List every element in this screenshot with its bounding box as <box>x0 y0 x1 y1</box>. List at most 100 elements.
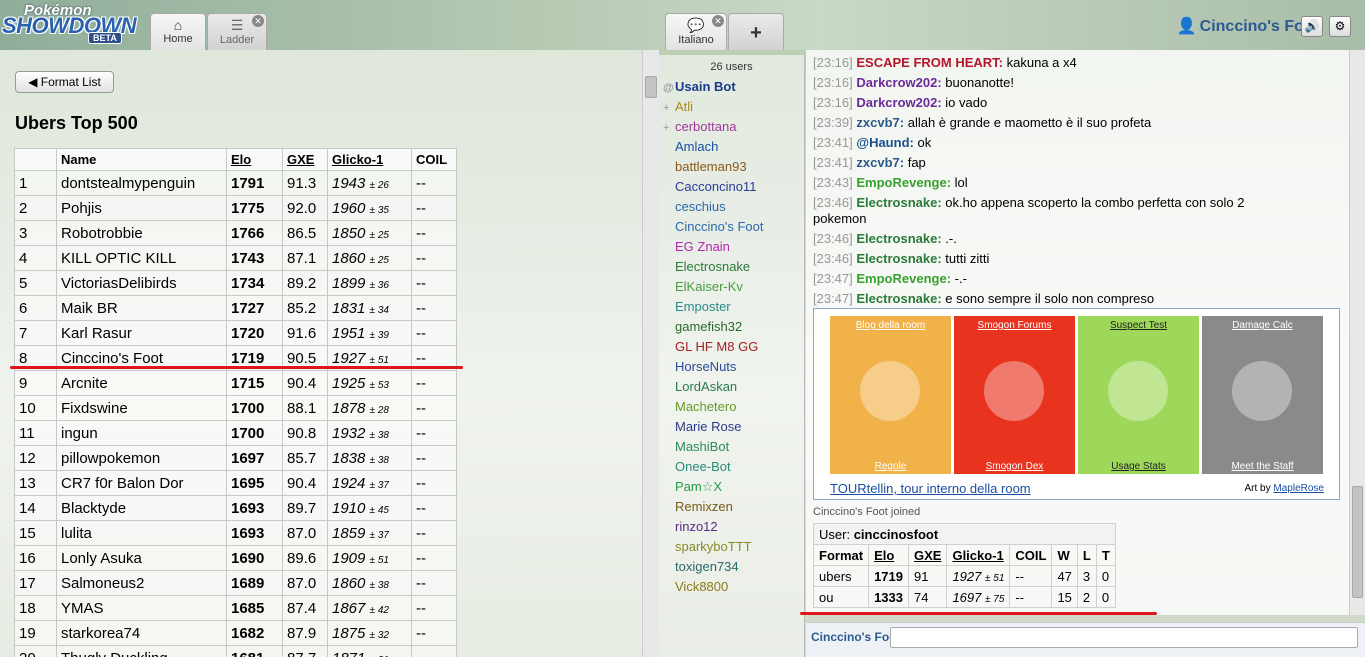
col-elo[interactable]: Elo <box>226 148 283 171</box>
user-list-item[interactable]: Cacconcino11 <box>659 179 804 199</box>
user-list-item[interactable]: Onee-Bot <box>659 459 804 479</box>
card-bottom-link[interactable]: Usage Stats <box>1078 461 1199 472</box>
user-list-item[interactable]: GL HF M8 GG <box>659 339 804 359</box>
chat-author[interactable]: EmpoRevenge: <box>856 271 951 286</box>
user-list-item[interactable]: ElKaiser-Kv <box>659 279 804 299</box>
sound-button[interactable]: 🔊 <box>1301 16 1323 37</box>
options-button[interactable]: ⚙ <box>1329 16 1351 37</box>
close-tab-icon[interactable]: ✕ <box>252 15 264 27</box>
join-room-button[interactable]: + <box>728 13 784 50</box>
row-name[interactable]: Arcnite <box>56 370 227 396</box>
tab-home[interactable]: ⌂ Home <box>150 13 206 50</box>
user-list-item[interactable]: gamefish32 <box>659 319 804 339</box>
row-name[interactable]: Fixdswine <box>56 395 227 421</box>
rank-col[interactable]: Elo <box>868 544 909 566</box>
chat-author[interactable]: Darkcrow202: <box>856 95 941 110</box>
card-bottom-link[interactable]: Smogon Dex <box>954 461 1075 472</box>
chat-author[interactable]: Electrosnake: <box>856 231 941 246</box>
showdown-logo[interactable]: Pokémon SHOWDOWN BETA <box>2 2 146 44</box>
chat-author[interactable]: Darkcrow202: <box>856 75 941 90</box>
ladder-scrollbar[interactable] <box>642 50 659 657</box>
table-row: 7 Karl Rasur 1720 91.6 1951 ± 39 -- <box>14 320 457 346</box>
user-list-item[interactable]: LordAskan <box>659 379 804 399</box>
infobox-card: Smogon Forums Smogon Dex <box>954 316 1075 474</box>
art-author-link[interactable]: MapleRose <box>1273 483 1324 494</box>
user-list-item[interactable]: Machetero <box>659 399 804 419</box>
timestamp: [23:46] <box>813 195 853 210</box>
rank-col[interactable]: GXE <box>907 544 948 566</box>
row-name[interactable]: pillowpokemon <box>56 445 227 471</box>
row-name[interactable]: Blacktyde <box>56 495 227 521</box>
col-glicko[interactable]: Glicko-1 <box>327 148 412 171</box>
tour-link[interactable]: TOURtellin, tour interno della room <box>830 481 1031 496</box>
user-list-item[interactable]: Electrosnake <box>659 259 804 279</box>
chat-scrollbar[interactable] <box>1349 50 1365 615</box>
user-list-item[interactable]: rinzo12 <box>659 519 804 539</box>
card-bottom-link[interactable]: Meet the Staff <box>1202 461 1323 472</box>
user-list-item[interactable]: Cinccino's Foot <box>659 219 804 239</box>
user-list-item[interactable]: ceschius <box>659 199 804 219</box>
row-name[interactable]: starkorea74 <box>56 620 227 646</box>
chat-author[interactable]: Electrosnake: <box>856 195 941 210</box>
row-name[interactable]: Salmoneus2 <box>56 570 227 596</box>
user-list-item[interactable]: Amlach <box>659 139 804 159</box>
user-list-item[interactable]: HorseNuts <box>659 359 804 379</box>
user-menu[interactable]: 👤 Cinccino's Foot <box>1177 16 1319 36</box>
row-name[interactable]: VictoriasDelibirds <box>56 270 227 296</box>
ladder-scroll-thumb[interactable] <box>645 76 657 98</box>
chat-input[interactable] <box>890 627 1358 648</box>
rank-col: COIL <box>1009 544 1053 566</box>
row-name[interactable]: Pohjis <box>56 195 227 221</box>
row-name[interactable]: KILL OPTIC KILL <box>56 245 227 271</box>
rank-col[interactable]: Glicko-1 <box>946 544 1011 566</box>
row-name[interactable]: lulita <box>56 520 227 546</box>
row-name[interactable]: Thugly Duckling <box>56 645 227 657</box>
chat-author[interactable]: Electrosnake: <box>856 291 941 306</box>
user-list-item[interactable]: MashiBot <box>659 439 804 459</box>
chat-author[interactable]: zxcvb7: <box>856 115 904 130</box>
chat-text: e sono sempre il solo non compreso <box>945 291 1155 306</box>
user-list-item[interactable]: @Usain Bot <box>659 79 804 99</box>
card-top-link[interactable]: Suspect Test <box>1078 320 1199 331</box>
user-list-item[interactable]: Pam☆X <box>659 479 804 499</box>
row-name[interactable]: Karl Rasur <box>56 320 227 346</box>
tab-room-italiano[interactable]: 💬 Italiano ✕ <box>665 13 727 50</box>
card-bottom-link[interactable]: Regole <box>830 461 951 472</box>
chat-username[interactable]: Cinccino's Foot <box>811 630 891 644</box>
timestamp: [23:43] <box>813 175 853 190</box>
user-list-item[interactable]: toxigen734 <box>659 559 804 579</box>
row-name[interactable]: Lonly Asuka <box>56 545 227 571</box>
user-list-item[interactable]: Marie Rose <box>659 419 804 439</box>
card-top-link[interactable]: Blog della room <box>830 320 951 331</box>
col-gxe[interactable]: GXE <box>282 148 328 171</box>
user-list-item[interactable]: Emposter <box>659 299 804 319</box>
user-list-item[interactable]: battleman93 <box>659 159 804 179</box>
card-top-link[interactable]: Smogon Forums <box>954 320 1075 331</box>
row-name[interactable]: ingun <box>56 420 227 446</box>
chat-scroll-thumb[interactable] <box>1352 486 1363 598</box>
row-gxe: 90.4 <box>282 370 328 396</box>
row-name[interactable]: Robotrobbie <box>56 220 227 246</box>
user-list-item[interactable]: + Atli <box>659 99 804 119</box>
close-room-icon[interactable]: ✕ <box>712 15 724 27</box>
row-name[interactable]: YMAS <box>56 595 227 621</box>
card-top-link[interactable]: Damage Calc <box>1202 320 1323 331</box>
row-name[interactable]: CR7 f0r Balon Dor <box>56 470 227 496</box>
chat-author[interactable]: @Haund: <box>856 135 913 150</box>
chat-text: buonanotte! <box>945 75 1014 90</box>
chat-author[interactable]: ESCAPE FROM HEART: <box>856 55 1003 70</box>
row-name[interactable]: dontstealmypenguin <box>56 170 227 196</box>
user-list-item[interactable]: EG Znain <box>659 239 804 259</box>
user-list-item[interactable]: + cerbottana <box>659 119 804 139</box>
chat-author[interactable]: zxcvb7: <box>856 155 904 170</box>
format-list-button[interactable]: ◀ Format List <box>15 71 114 93</box>
user-list-item[interactable]: Vick8800 <box>659 579 804 599</box>
row-name[interactable]: Maik BR <box>56 295 227 321</box>
user-name: Remixzen <box>675 499 733 514</box>
user-list-item[interactable]: Remixzen <box>659 499 804 519</box>
user-list-item[interactable]: sparkyboTTT <box>659 539 804 559</box>
tab-ladder[interactable]: ☰ Ladder ✕ <box>207 13 267 50</box>
row-coil: -- <box>411 395 457 421</box>
chat-author[interactable]: Electrosnake: <box>856 251 941 266</box>
chat-author[interactable]: EmpoRevenge: <box>856 175 951 190</box>
